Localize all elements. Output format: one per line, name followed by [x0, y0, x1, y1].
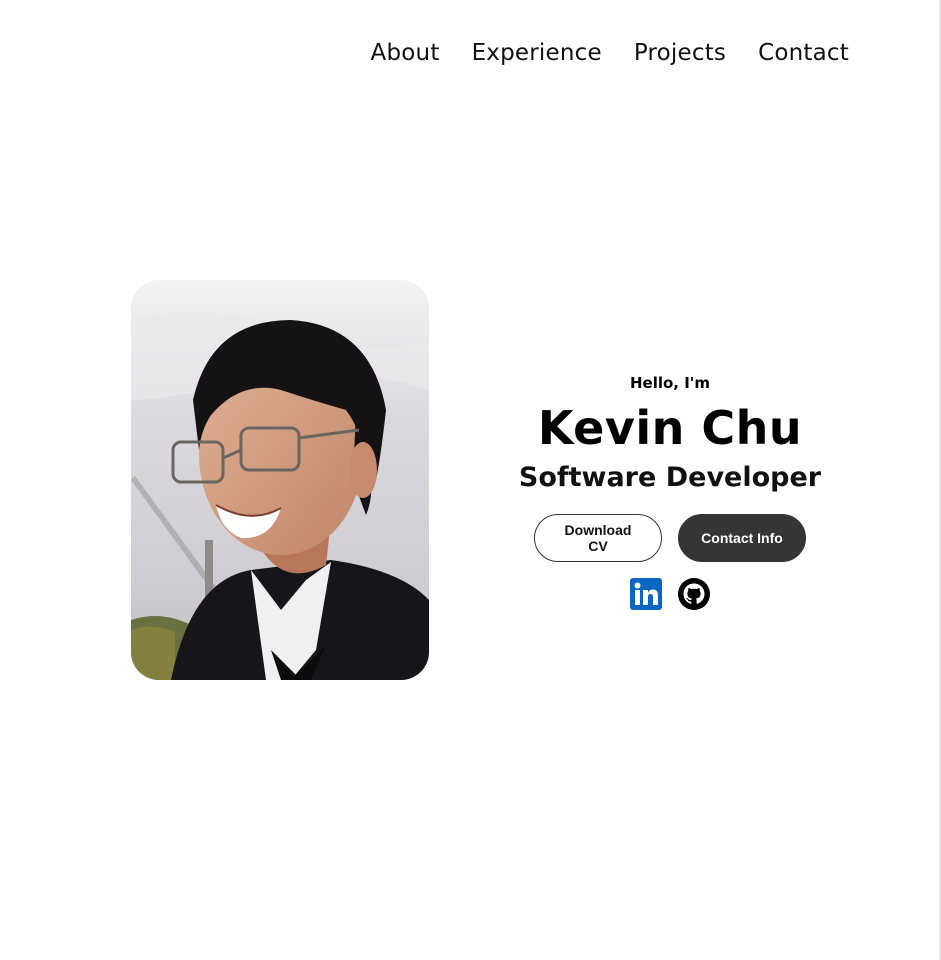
portfolio-page: About Experience Projects Contact Hello,…	[0, 0, 941, 960]
profile-photo-illustration	[131, 280, 429, 680]
greeting-text: Hello, I'm	[629, 374, 711, 392]
hero-role: Software Developer	[518, 462, 822, 493]
download-cv-button[interactable]: Download CV	[534, 514, 662, 562]
github-icon[interactable]	[678, 578, 710, 610]
hero-button-row: Download CV Contact Info	[500, 514, 840, 562]
nav-projects[interactable]: Projects	[634, 40, 726, 66]
top-nav: About Experience Projects Contact	[371, 40, 849, 66]
nav-contact[interactable]: Contact	[758, 40, 849, 66]
hero-name: Kevin Chu	[537, 401, 803, 455]
profile-photo	[131, 280, 429, 680]
linkedin-icon[interactable]	[630, 578, 662, 610]
social-links	[500, 578, 840, 610]
contact-info-button[interactable]: Contact Info	[678, 514, 806, 562]
nav-experience[interactable]: Experience	[472, 40, 602, 66]
nav-about[interactable]: About	[371, 40, 440, 66]
hero-section: Hello, I'm Kevin Chu Software Developer …	[500, 372, 840, 610]
